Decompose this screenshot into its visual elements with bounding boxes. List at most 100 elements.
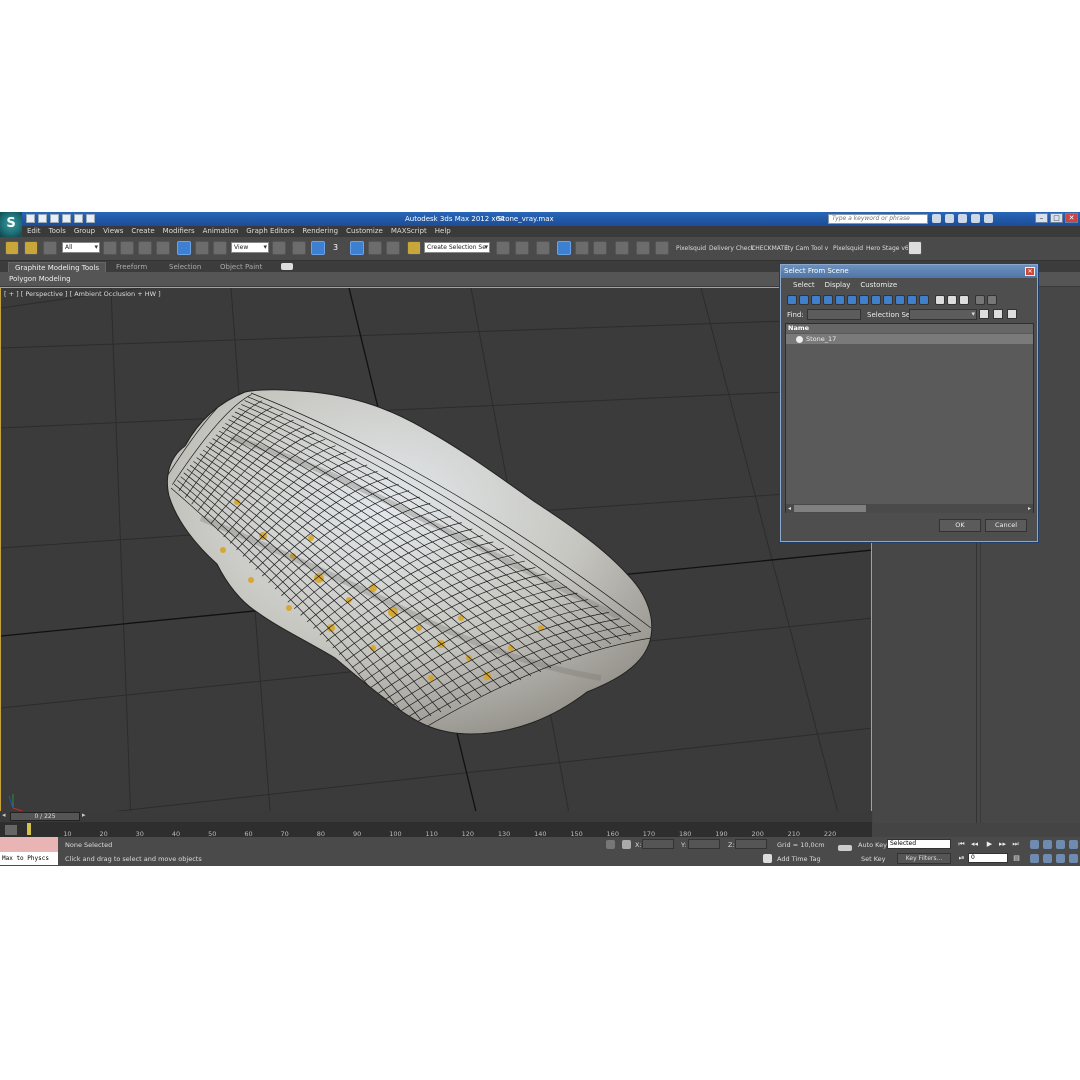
- teapot-icon[interactable]: [908, 241, 922, 255]
- y-coordinate-field[interactable]: [688, 839, 720, 849]
- help-icon[interactable]: [984, 214, 993, 223]
- scroll-thumb[interactable]: [794, 505, 866, 512]
- maximize-button[interactable]: □: [1050, 213, 1063, 223]
- zoom-extents-all-icon[interactable]: [1069, 840, 1078, 849]
- material-editor-icon[interactable]: [615, 241, 629, 255]
- plugin-pixelsquid-1[interactable]: Pixelsquid: [676, 245, 706, 252]
- plugin-delivery-check[interactable]: Delivery Check: [709, 245, 754, 252]
- display-spacewarps-icon[interactable]: [847, 295, 857, 305]
- display-containers-icon[interactable]: [895, 295, 905, 305]
- key-filters-button[interactable]: Key Filters...: [897, 853, 951, 864]
- current-frame-field[interactable]: 0: [968, 853, 1008, 863]
- reference-coordinate-select[interactable]: View: [231, 242, 269, 253]
- select-link-icon[interactable]: [5, 241, 19, 255]
- name-column-header[interactable]: Name: [786, 324, 1033, 333]
- display-geometry-icon[interactable]: [787, 295, 797, 305]
- menu-group[interactable]: Group: [74, 226, 95, 237]
- sort-icon[interactable]: [987, 295, 997, 305]
- graphite-toggle-icon[interactable]: [557, 241, 571, 255]
- bind-spacewarp-icon[interactable]: [43, 241, 57, 255]
- menu-help[interactable]: Help: [435, 226, 451, 237]
- key-mode-select[interactable]: Selected: [887, 839, 951, 849]
- select-invert-icon[interactable]: [959, 295, 969, 305]
- previous-key-icon[interactable]: ◂◂: [970, 840, 979, 849]
- filter-icon[interactable]: [975, 295, 985, 305]
- display-groups-icon[interactable]: [859, 295, 869, 305]
- list-item[interactable]: Stone_17: [786, 334, 1033, 344]
- ribbon-options-icon[interactable]: [281, 263, 293, 270]
- maxscript-listener-input[interactable]: Max to Physcs: [0, 852, 58, 865]
- display-lights-icon[interactable]: [811, 295, 821, 305]
- menu-modifiers[interactable]: Modifiers: [163, 226, 195, 237]
- horizontal-scrollbar[interactable]: ◂ ▸: [786, 504, 1033, 513]
- pan-view-icon[interactable]: [1043, 854, 1052, 863]
- scroll-right-icon[interactable]: ▸: [1026, 504, 1033, 513]
- dialog-menu-select[interactable]: Select: [793, 279, 815, 291]
- dialog-menu-customize[interactable]: Customize: [860, 279, 897, 291]
- select-scale-icon[interactable]: [213, 241, 227, 255]
- subscription-icon[interactable]: [945, 214, 954, 223]
- menu-rendering[interactable]: Rendering: [302, 226, 338, 237]
- ok-button[interactable]: OK: [939, 519, 981, 532]
- remove-from-selection-set-icon[interactable]: [1007, 309, 1017, 319]
- favorites-star-icon[interactable]: [971, 214, 980, 223]
- pivot-center-icon[interactable]: [272, 241, 286, 255]
- zoom-extents-icon[interactable]: [1056, 840, 1065, 849]
- maximize-viewport-icon[interactable]: [1069, 854, 1078, 863]
- minimize-button[interactable]: –: [1035, 213, 1048, 223]
- select-by-name-icon[interactable]: [120, 241, 134, 255]
- plugin-checkmate[interactable]: CHECKMATE: [751, 245, 788, 252]
- menu-create[interactable]: Create: [131, 226, 154, 237]
- select-object-icon[interactable]: [103, 241, 117, 255]
- find-input[interactable]: [807, 309, 861, 320]
- maxscript-listener-output[interactable]: [0, 837, 58, 852]
- x-coordinate-field[interactable]: [642, 839, 674, 849]
- selection-filter-select[interactable]: All: [62, 242, 100, 253]
- cancel-button[interactable]: Cancel: [985, 519, 1027, 532]
- render-setup-icon[interactable]: [636, 241, 650, 255]
- orbit-icon[interactable]: [1056, 854, 1065, 863]
- mirror-icon[interactable]: [496, 241, 510, 255]
- open-icon[interactable]: [38, 214, 47, 223]
- display-bones-icon[interactable]: [883, 295, 893, 305]
- display-shapes-icon[interactable]: [799, 295, 809, 305]
- plugin-pixelsquid-2[interactable]: Pixelsquid: [833, 245, 863, 252]
- dialog-close-button[interactable]: ✕: [1025, 267, 1035, 276]
- z-coordinate-field[interactable]: [735, 839, 767, 849]
- edit-named-selection-icon[interactable]: [407, 241, 421, 255]
- absolute-mode-icon[interactable]: [622, 840, 631, 849]
- save-icon[interactable]: [50, 214, 59, 223]
- layer-manager-icon[interactable]: [536, 241, 550, 255]
- spinner-snap-icon[interactable]: [386, 241, 400, 255]
- redo-icon[interactable]: [74, 214, 83, 223]
- project-folder-icon[interactable]: [86, 214, 95, 223]
- next-frame-icon[interactable]: ▸: [82, 811, 86, 819]
- select-rotate-icon[interactable]: [195, 241, 209, 255]
- communication-icon[interactable]: [958, 214, 967, 223]
- keyboard-shortcut-override-icon[interactable]: [311, 241, 325, 255]
- menu-animation[interactable]: Animation: [203, 226, 239, 237]
- close-button[interactable]: ✕: [1065, 213, 1078, 223]
- curve-editor-icon[interactable]: [575, 241, 589, 255]
- set-key-button[interactable]: Set Key: [861, 855, 886, 863]
- time-slider[interactable]: ◂ 0 / 225 ▸: [0, 811, 872, 822]
- unlink-icon[interactable]: [24, 241, 38, 255]
- align-icon[interactable]: [515, 241, 529, 255]
- select-none-icon[interactable]: [947, 295, 957, 305]
- set-key-key-icon[interactable]: [838, 845, 852, 851]
- track-bar[interactable]: 10 20 30 40 50 60 70 80 90 100 110 120 130 140 150 160 1…: [0, 822, 872, 838]
- display-cameras-icon[interactable]: [823, 295, 833, 305]
- zoom-icon[interactable]: [1030, 840, 1039, 849]
- create-selection-set-icon[interactable]: [979, 309, 989, 319]
- dialog-menu-display[interactable]: Display: [825, 279, 851, 291]
- tab-freeform[interactable]: Freeform: [110, 262, 153, 272]
- scroll-left-icon[interactable]: ◂: [786, 504, 793, 513]
- plugin-hero-stage[interactable]: Hero Stage v6: [866, 245, 909, 252]
- menu-graph-editors[interactable]: Graph Editors: [246, 226, 294, 237]
- menu-tools[interactable]: Tools: [49, 226, 66, 237]
- help-search-input[interactable]: Type a keyword or phrase: [828, 214, 928, 224]
- perspective-viewport[interactable]: [ + ] [ Perspective ] [ Ambient Occlusio…: [0, 287, 872, 823]
- display-xrefs-icon[interactable]: [871, 295, 881, 305]
- lock-icon[interactable]: [606, 840, 615, 849]
- selection-set-select[interactable]: [909, 309, 977, 320]
